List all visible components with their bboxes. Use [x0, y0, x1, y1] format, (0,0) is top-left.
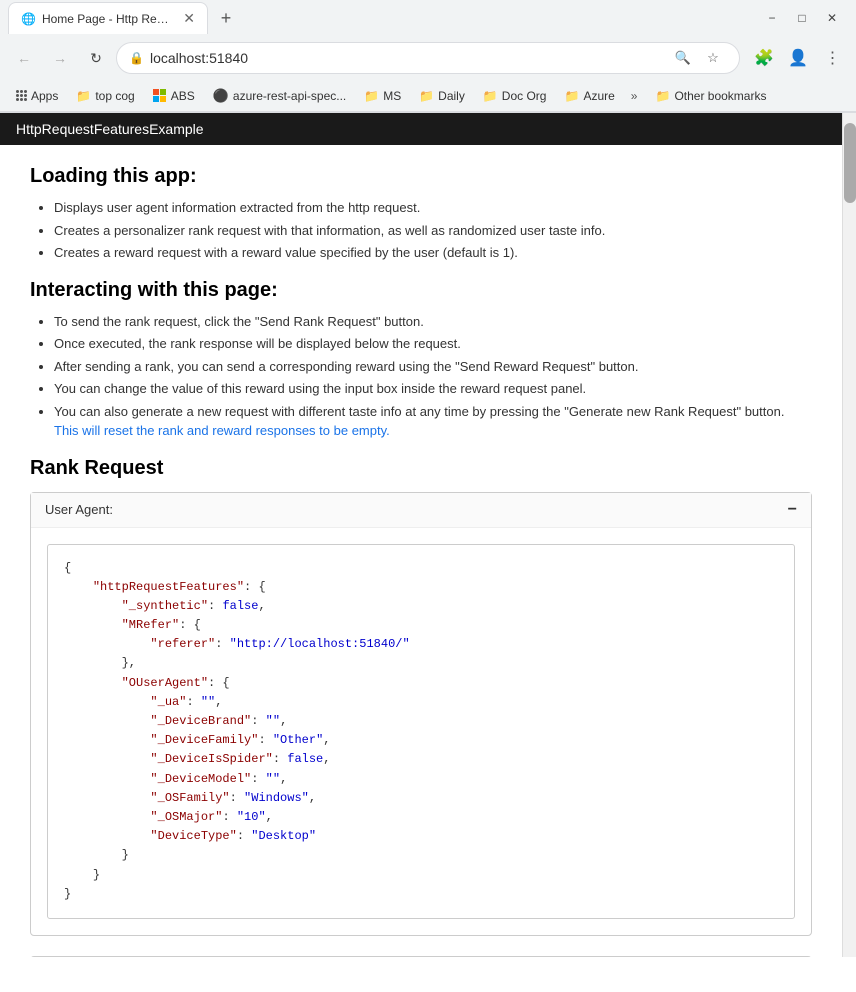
- loading-bullet-1: Displays user agent information extracte…: [54, 198, 812, 218]
- bookmarks-bar: Apps 📁 top cog ABS ⚫ a: [0, 80, 856, 112]
- address-bar[interactable]: 🔒 localhost:51840 🔍 ☆: [116, 42, 740, 74]
- bookmark-top-cog[interactable]: 📁 top cog: [68, 85, 142, 107]
- browser-tab-active[interactable]: 🌐 Home Page - Http Request Featu... ✕: [8, 2, 208, 34]
- interacting-bullet-2: Once executed, the rank response will be…: [54, 334, 812, 354]
- url-text: localhost:51840: [150, 50, 663, 66]
- other-bookmarks[interactable]: 📁 Other bookmarks: [647, 85, 774, 107]
- other-bookmarks-label: Other bookmarks: [674, 89, 766, 103]
- bookmark-apps[interactable]: Apps: [8, 85, 66, 107]
- profile-icon[interactable]: 👤: [782, 42, 814, 74]
- browser-chrome: 🌐 Home Page - Http Request Featu... ✕ + …: [0, 0, 856, 957]
- abs-label: ABS: [171, 89, 195, 103]
- interacting-bullet-3: After sending a rank, you can send a cor…: [54, 357, 812, 377]
- doc-org-label: Doc Org: [502, 89, 547, 103]
- address-bar-row: ← → ↻ 🔒 localhost:51840 🔍 ☆ 🧩 👤 ⋮: [0, 36, 856, 80]
- tab-favicon: 🌐: [21, 12, 36, 26]
- loading-bullet-3: Creates a reward request with a reward v…: [54, 243, 812, 263]
- rank-request-title: Rank Request: [30, 457, 812, 480]
- forward-button[interactable]: →: [44, 42, 76, 74]
- user-agent-code-block: { "httpRequestFeatures": { "_synthetic":…: [47, 544, 795, 919]
- user-agent-panel-header: User Agent: −: [31, 493, 811, 528]
- personalizer-panel: Content of a personalizer rank request: …: [30, 956, 812, 957]
- interacting-bullets: To send the rank request, click the "Sen…: [30, 312, 812, 441]
- bookmark-ms[interactable]: 📁 MS: [356, 85, 409, 107]
- window-controls: − □ ✕: [760, 6, 844, 30]
- folder-icon-doc-org: 📁: [483, 89, 498, 103]
- daily-label: Daily: [438, 89, 465, 103]
- azure-rest-label: azure-rest-api-spec...: [233, 89, 346, 103]
- page-content: Loading this app: Displays user agent in…: [0, 145, 842, 957]
- interacting-title: Interacting with this page:: [30, 279, 812, 302]
- apps-grid-icon: [16, 90, 27, 101]
- bookmark-doc-org[interactable]: 📁 Doc Org: [475, 85, 555, 107]
- folder-icon-azure: 📁: [564, 89, 579, 103]
- github-icon: ⚫: [213, 88, 229, 104]
- address-bar-actions: 🔍 ☆: [669, 44, 727, 72]
- user-agent-label: User Agent:: [45, 502, 113, 517]
- folder-icon-top-cog: 📁: [76, 89, 91, 103]
- tab-close-button[interactable]: ✕: [183, 10, 195, 27]
- maximize-button[interactable]: □: [790, 6, 814, 30]
- minimize-button[interactable]: −: [760, 6, 784, 30]
- bookmark-abs[interactable]: ABS: [145, 85, 203, 107]
- bookmark-star-icon[interactable]: ☆: [699, 44, 727, 72]
- folder-icon-ms: 📁: [364, 89, 379, 103]
- top-cog-label: top cog: [95, 89, 134, 103]
- title-bar: 🌐 Home Page - Http Request Featu... ✕ + …: [0, 0, 856, 36]
- folder-icon-daily: 📁: [419, 89, 434, 103]
- user-agent-panel: User Agent: − { "httpRequestFeatures": {…: [30, 492, 812, 936]
- folder-icon-other: 📁: [655, 89, 670, 103]
- reload-button[interactable]: ↻: [80, 42, 112, 74]
- bookmark-daily[interactable]: 📁 Daily: [411, 85, 473, 107]
- search-icon[interactable]: 🔍: [669, 44, 697, 72]
- extensions-icon[interactable]: 🧩: [748, 42, 780, 74]
- back-button[interactable]: ←: [8, 42, 40, 74]
- ms-label: MS: [383, 89, 401, 103]
- user-agent-panel-body: { "httpRequestFeatures": { "_synthetic":…: [31, 528, 811, 935]
- menu-icon[interactable]: ⋮: [816, 42, 848, 74]
- interacting-bullet-4: You can change the value of this reward …: [54, 379, 812, 399]
- new-tab-button[interactable]: +: [212, 4, 240, 32]
- loading-title: Loading this app:: [30, 165, 812, 188]
- loading-bullet-2: Creates a personalizer rank request with…: [54, 221, 812, 241]
- azure-label: Azure: [583, 89, 614, 103]
- tab-label: Home Page - Http Request Featu...: [42, 12, 173, 26]
- bookmark-azure[interactable]: 📁 Azure: [556, 85, 622, 107]
- page-header: HttpRequestFeaturesExample: [0, 113, 842, 145]
- browser-actions: 🧩 👤 ⋮: [748, 42, 848, 74]
- apps-label: Apps: [31, 89, 58, 103]
- close-button[interactable]: ✕: [820, 6, 844, 30]
- lock-icon: 🔒: [129, 51, 144, 65]
- scrollbar[interactable]: [842, 113, 856, 957]
- loading-bullets: Displays user agent information extracte…: [30, 198, 812, 263]
- user-agent-collapse-button[interactable]: −: [788, 501, 797, 519]
- interacting-bullet-1: To send the rank request, click the "Sen…: [54, 312, 812, 332]
- bookmark-azure-rest[interactable]: ⚫ azure-rest-api-spec...: [205, 84, 355, 108]
- more-bookmarks-button[interactable]: »: [625, 85, 644, 107]
- app-name: HttpRequestFeaturesExample: [16, 121, 204, 137]
- interacting-bullet-5: You can also generate a new request with…: [54, 402, 812, 441]
- ms-logo-icon: [153, 89, 167, 103]
